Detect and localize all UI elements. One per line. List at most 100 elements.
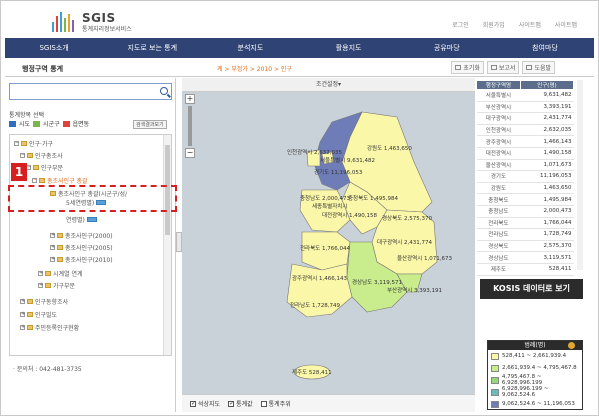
region-jeonnam[interactable] (286, 263, 353, 318)
nav-item-participate[interactable]: 참여마당 (496, 38, 594, 58)
nav-item-use-map[interactable]: 활용지도 (300, 38, 398, 58)
table-row[interactable]: 제주도 528,411 (476, 263, 574, 276)
table-row[interactable]: 서울특별시 9,631,482 (476, 89, 574, 102)
tree-item-sub[interactable]: 연령별) (66, 215, 97, 224)
cell-region: 충청북도 (476, 193, 521, 206)
table-row[interactable]: 경상북도 2,575,370 (476, 240, 574, 253)
table-row[interactable]: 대구광역시 2,431,774 (476, 112, 574, 125)
gear-icon[interactable] (568, 342, 575, 349)
search-icon[interactable] (160, 87, 168, 95)
option-stat-rank[interactable]: 통계주위 (260, 399, 291, 408)
tree-item[interactable]: − 인구·가구 (14, 139, 53, 148)
cell-population: 528,411 (520, 263, 574, 276)
cell-population: 1,495,984 (520, 193, 574, 206)
legend-swatch (491, 376, 499, 384)
contact-phone: · 문의처 : 042-481-3735 (13, 366, 82, 373)
folder-icon (27, 153, 33, 158)
label-gangwon: 강원도 1,463,650 (367, 144, 412, 152)
table-row[interactable]: 광주광역시 1,466,143 (476, 135, 574, 148)
cell-region: 강원도 (476, 182, 521, 195)
condition-setting[interactable]: 조건설정▾ (182, 78, 475, 92)
stat-tree: − 인구·가구 − 인구총조사 − 인구부문 − 총조사인구 총괄 총조사인구 총괄(시… (9, 134, 172, 356)
map-area[interactable]: 조건설정▾ + − 인천광역시 2,632,035 서울특별시 9,631,48… (182, 78, 475, 412)
label-jeonbuk: 전라북도 1,766,044 (300, 244, 350, 252)
kosis-button[interactable]: KOSIS 데이터로 보기 (480, 279, 583, 299)
table-row[interactable]: 울산광역시 1,071,673 (476, 159, 574, 172)
folder-icon (57, 257, 63, 262)
legend-item: 2,661,939.4 ~ 4,795,467.8 (488, 362, 582, 374)
col-header-population[interactable]: 인구(명) (519, 80, 575, 90)
items-label: 통계항목 선택 (9, 112, 45, 119)
tree-item[interactable]: + 가구부문 (38, 281, 75, 290)
tree-item[interactable]: + 총조사인구(2000) (50, 231, 113, 240)
cell-population: 1,728,749 (520, 228, 574, 241)
sido-swatch (9, 120, 16, 127)
reset-button[interactable]: 초기화 (451, 61, 484, 74)
tree-item[interactable]: + 인구동향조사 (20, 297, 68, 306)
tree-item-selected[interactable]: − 총조사인구 총괄 (32, 176, 88, 185)
region-level-legend: 시도 시군구 읍면동 (9, 119, 89, 128)
nav-item-map-stats[interactable]: 지도로 보는 통계 (103, 38, 201, 58)
login-link[interactable]: 로그인 (452, 20, 469, 29)
tree-item[interactable]: + 총조사인구(2005) (50, 243, 113, 252)
table-scrollbar[interactable] (577, 80, 583, 270)
legend-item: 4,795,467.8 ~ 6,928,996.199 (488, 374, 582, 386)
checkbox-checked-icon: ✓ (228, 399, 235, 407)
nav-item-intro[interactable]: SGIS소개 (5, 38, 103, 58)
label-gyeonggi: 경기도 11,196,053 (314, 168, 363, 176)
option-stat-value[interactable]: ✓ 통계값 (228, 399, 253, 408)
table-row[interactable]: 전라남도 1,728,749 (476, 228, 574, 241)
korea-choropleth-map[interactable]: 인천광역시 2,632,035 서울특별시 9,631,482 강원도 1,46… (182, 92, 475, 394)
help-button[interactable]: 도움말 (522, 61, 555, 74)
main-nav: SGIS소개 지도로 보는 통계 분석지도 활용지도 공유마당 참여마당 (5, 38, 594, 58)
folder-icon (21, 141, 27, 146)
tree-item[interactable]: − 인구총조사 (20, 151, 63, 160)
tree-item[interactable]: + 총조사인구(2010) (50, 255, 113, 264)
tree-item[interactable]: − 인구부문 (26, 163, 63, 172)
region-population-table: 행정구역명 인구(명) 서울특별시 9,631,482 부산광역시 3,393,191… (476, 80, 575, 276)
table-row[interactable]: 부산광역시 3,393,191 (476, 101, 574, 114)
label-ulsan: 울산광역시 1,071,673 (397, 254, 453, 262)
left-panel: 통계항목 선택 시도 시군구 읍면동 검색결과보기 − 인구·가구 − 인구총조사 … (5, 78, 176, 412)
label-jeju: 제주도 528,411 (292, 368, 332, 376)
table-row[interactable]: 경기도 11,196,053 (476, 170, 574, 183)
sgis-logo[interactable]: SGIS 통계지리정보서비스 (52, 10, 162, 33)
table-row[interactable]: 경상남도 3,119,571 (476, 251, 574, 264)
legend-item: 528,411 ~ 2,661,939.4 (488, 350, 582, 362)
chart-icon[interactable] (86, 217, 97, 222)
cell-region: 대전광역시 (476, 147, 521, 160)
legend-item: 9,062,524.6 ~ 11,196,053 (488, 398, 582, 410)
option-base-map[interactable]: ✓ 석상지도 (190, 399, 220, 408)
nav-item-share[interactable]: 공유마당 (398, 38, 496, 58)
cell-population: 3,393,191 (520, 101, 574, 114)
cell-region: 광주광역시 (476, 135, 521, 148)
table-row[interactable]: 강원도 1,463,650 (476, 182, 574, 195)
table-row[interactable]: 충청남도 2,000,473 (476, 205, 574, 218)
sitemap-link-2[interactable]: 사이트맵 (555, 20, 577, 29)
cell-region: 대구광역시 (476, 112, 521, 125)
table-row[interactable]: 인천광역시 2,632,035 (476, 124, 574, 137)
search-input[interactable] (9, 83, 172, 100)
label-chungnam: 충청남도 2,000,473 (300, 194, 350, 202)
table-row[interactable]: 대전광역시 1,490,158 (476, 147, 574, 160)
signup-link[interactable]: 회원가입 (483, 20, 505, 29)
col-header-region[interactable]: 행정구역명 (476, 80, 521, 90)
cell-region: 전라북도 (476, 217, 521, 230)
map-legend: 범례(명) 528,411 ~ 2,661,939.4 2,661,939.4 ~… (487, 340, 583, 410)
tree-item[interactable]: + 인구밀도 (20, 310, 57, 319)
legend-swatch (491, 364, 499, 372)
folder-icon (45, 271, 51, 276)
nav-item-analysis[interactable]: 분석지도 (201, 38, 299, 58)
tree-scrollbar[interactable] (163, 135, 171, 355)
label-seoul: 서울특별시 9,631,482 (320, 156, 375, 164)
table-row[interactable]: 충청북도 1,495,984 (476, 193, 574, 206)
table-row[interactable]: 전라북도 1,766,044 (476, 217, 574, 230)
search-result-button[interactable]: 검색결과보기 (133, 120, 167, 129)
tree-item[interactable]: + 주민등록인구현황 (20, 323, 79, 332)
tree-item[interactable]: + 시계열 연계 (38, 269, 83, 278)
cell-population: 1,490,158 (520, 147, 574, 160)
legend-item: 6,928,996.199 ~ 9,062,524.6 (488, 386, 582, 398)
sitemap-link[interactable]: 사이트맵 (519, 20, 541, 29)
cell-population: 2,000,473 (520, 205, 574, 218)
report-button[interactable]: 보고서 (486, 61, 520, 74)
